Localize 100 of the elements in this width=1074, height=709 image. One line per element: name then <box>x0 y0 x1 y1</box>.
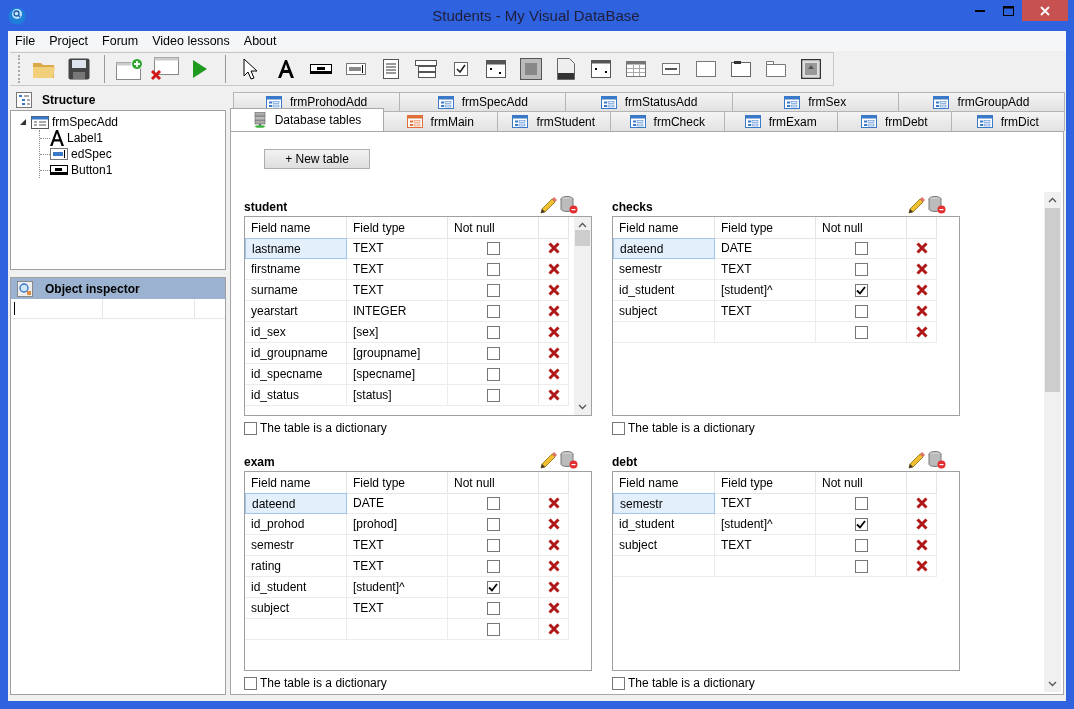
tab[interactable]: frmStudent <box>496 111 611 131</box>
tab[interactable]: frmSex <box>731 92 899 111</box>
menu-item[interactable]: Video lessons <box>148 34 234 48</box>
checkbox[interactable] <box>486 367 500 381</box>
delete-icon[interactable] <box>547 389 560 401</box>
database-remove-icon[interactable] <box>928 196 946 214</box>
table-cell[interactable]: TEXT <box>715 535 816 556</box>
tab[interactable]: frmExam <box>723 111 838 131</box>
delete-icon[interactable] <box>547 326 560 338</box>
tab[interactable]: frmGroupAdd <box>897 92 1065 111</box>
tab[interactable]: frmCheck <box>610 111 725 131</box>
checkbox[interactable] <box>486 601 500 615</box>
scroll-thumb[interactable] <box>575 230 590 246</box>
delete-icon[interactable] <box>547 263 560 275</box>
close-button[interactable] <box>1022 0 1068 21</box>
tree-item[interactable]: frmSpecAdd <box>52 115 119 129</box>
delete-icon[interactable] <box>915 539 928 551</box>
delete-icon[interactable] <box>547 581 560 593</box>
delete-icon[interactable] <box>547 284 560 296</box>
pencil-icon[interactable] <box>908 451 926 469</box>
table-cell[interactable]: id_sex <box>245 322 347 343</box>
table-cell[interactable]: semestr <box>613 259 715 280</box>
delete-icon[interactable] <box>915 242 928 254</box>
table-cell[interactable]: TEXT <box>715 301 816 322</box>
checkbox[interactable] <box>486 622 500 636</box>
table-cell[interactable] <box>245 619 347 640</box>
database-remove-icon[interactable] <box>928 451 946 469</box>
table-cell[interactable]: TEXT <box>347 259 448 280</box>
checkbox[interactable] <box>854 304 868 318</box>
table-cell[interactable]: surname <box>245 280 347 301</box>
checkbox[interactable] <box>854 538 868 552</box>
delete-icon[interactable] <box>915 284 928 296</box>
table-cell[interactable]: dateend <box>613 238 715 259</box>
delete-icon[interactable] <box>915 497 928 509</box>
delete-icon[interactable] <box>547 497 560 509</box>
delete-icon[interactable] <box>547 539 560 551</box>
checkbox[interactable] <box>854 517 868 531</box>
checkbox[interactable] <box>854 325 868 339</box>
delete-icon[interactable] <box>547 347 560 359</box>
scroll-down-icon[interactable] <box>578 404 587 410</box>
pencil-icon[interactable] <box>908 196 926 214</box>
scroll-up-icon[interactable] <box>578 222 587 228</box>
table-cell[interactable]: subject <box>613 301 715 322</box>
checkbox[interactable] <box>486 262 500 276</box>
table-cell[interactable]: semestr <box>613 493 715 514</box>
checkbox[interactable] <box>612 421 625 435</box>
delete-icon[interactable] <box>547 518 560 530</box>
table-cell[interactable]: lastname <box>245 238 347 259</box>
table-cell[interactable]: TEXT <box>715 259 816 280</box>
table-cell[interactable]: id_student <box>613 514 715 535</box>
checkbox[interactable] <box>244 676 257 690</box>
table-cell[interactable]: id_groupname <box>245 343 347 364</box>
tab[interactable]: frmDict <box>950 111 1065 131</box>
tab[interactable]: frmDebt <box>837 111 952 131</box>
delete-icon[interactable] <box>547 368 560 380</box>
table-cell[interactable]: TEXT <box>347 556 448 577</box>
table-cell[interactable]: yearstart <box>245 301 347 322</box>
delete-icon[interactable] <box>547 242 560 254</box>
delete-icon[interactable] <box>915 326 928 338</box>
menu-item[interactable]: Forum <box>98 34 143 48</box>
table-cell[interactable] <box>613 322 715 343</box>
checkbox[interactable] <box>486 241 500 255</box>
delete-icon[interactable] <box>915 560 928 572</box>
checkbox[interactable] <box>244 421 257 435</box>
table-cell[interactable]: TEXT <box>715 493 816 514</box>
table-cell[interactable]: id_specname <box>245 364 347 385</box>
checkbox[interactable] <box>854 559 868 573</box>
database-remove-icon[interactable] <box>560 196 578 214</box>
tab[interactable]: Database tables <box>230 108 384 131</box>
table-cell[interactable]: DATE <box>715 238 816 259</box>
checkbox[interactable] <box>486 325 500 339</box>
table-cell[interactable]: [sex] <box>347 322 448 343</box>
pencil-icon[interactable] <box>540 196 558 214</box>
table-cell[interactable]: TEXT <box>347 535 448 556</box>
tree-item[interactable]: Button1 <box>71 163 113 177</box>
checkbox[interactable] <box>486 346 500 360</box>
delete-icon[interactable] <box>547 602 560 614</box>
scrollbar[interactable] <box>574 217 591 415</box>
scrollbar[interactable] <box>1044 192 1061 692</box>
table-cell[interactable]: [student]^ <box>715 514 816 535</box>
tree-item[interactable]: edSpec <box>71 147 112 161</box>
table-cell[interactable]: TEXT <box>347 598 448 619</box>
table-cell[interactable]: rating <box>245 556 347 577</box>
checkbox[interactable] <box>486 496 500 510</box>
collapse-icon[interactable] <box>19 118 27 126</box>
tab[interactable]: frmSpecAdd <box>399 92 567 111</box>
table-cell[interactable]: [status] <box>347 385 448 406</box>
table-cell[interactable]: [groupname] <box>347 343 448 364</box>
checkbox[interactable] <box>486 559 500 573</box>
delete-icon[interactable] <box>547 623 560 635</box>
scroll-thumb[interactable] <box>1045 208 1060 392</box>
table-cell[interactable]: TEXT <box>347 280 448 301</box>
database-remove-icon[interactable] <box>560 451 578 469</box>
table-cell[interactable]: id_student <box>245 577 347 598</box>
table-cell[interactable]: firstname <box>245 259 347 280</box>
table-cell[interactable]: subject <box>613 535 715 556</box>
checkbox[interactable] <box>486 538 500 552</box>
new-table-button[interactable]: + New table <box>264 149 370 169</box>
menu-item[interactable]: About <box>239 34 281 48</box>
table-cell[interactable]: INTEGER <box>347 301 448 322</box>
